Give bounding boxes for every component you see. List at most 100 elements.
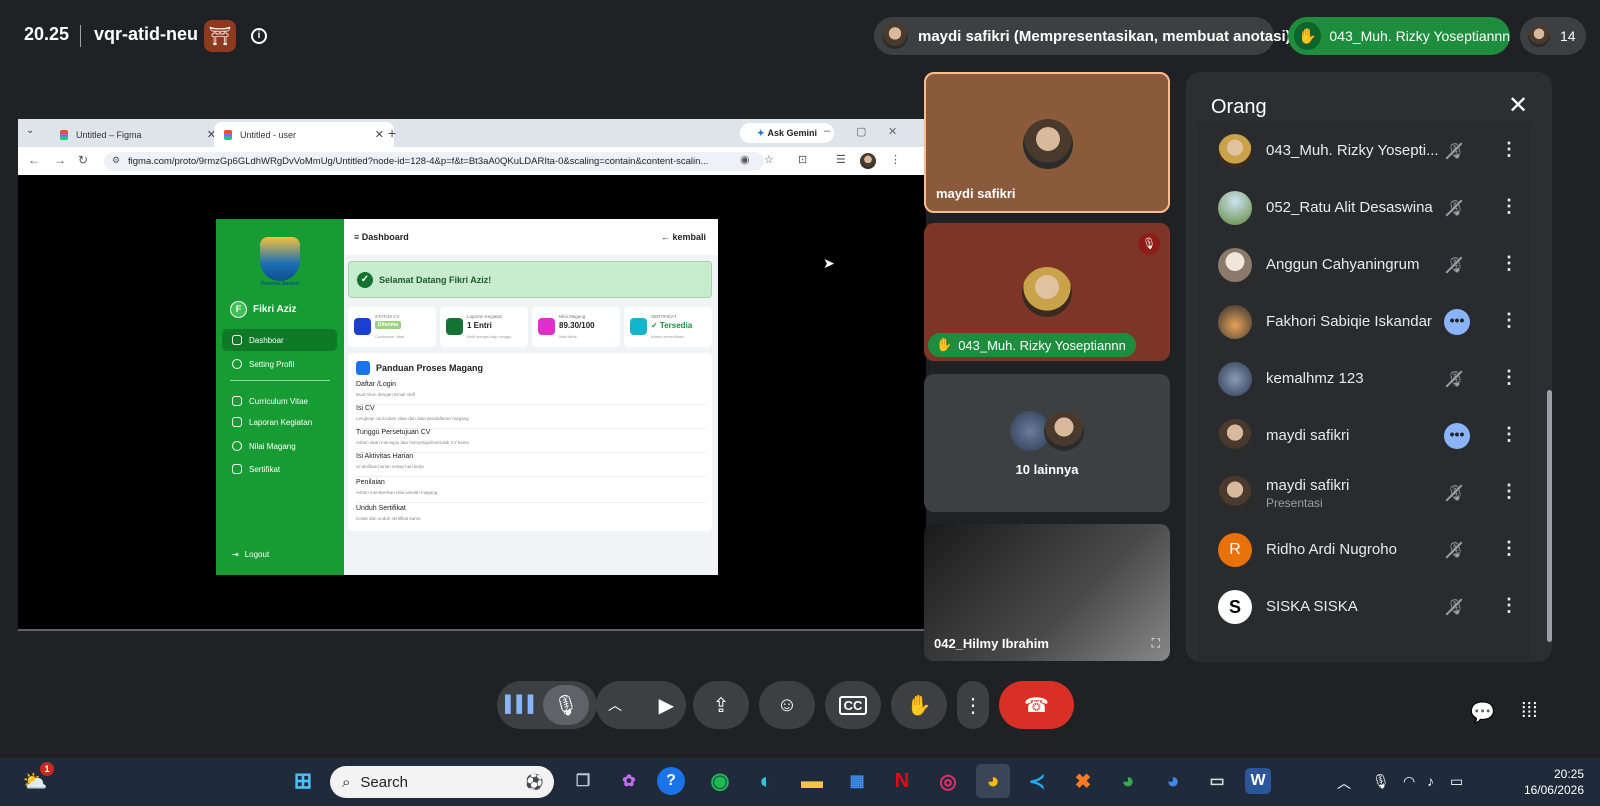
taskbar-search[interactable]: ⌕ Search ⚽ xyxy=(330,766,554,798)
instagram-icon[interactable]: ◎ xyxy=(931,764,965,798)
file-explorer-icon[interactable]: ▬ xyxy=(795,764,829,798)
word-icon[interactable]: W xyxy=(1245,768,1271,794)
video-tile-rizky[interactable]: 🎙 ✋ 043_Muh. Rizky Yoseptiannn xyxy=(924,223,1170,361)
video-tile-others[interactable]: 10 lainnya xyxy=(924,374,1170,512)
presenter-chip[interactable]: maydi safikri (Mempresentasikan, membuat… xyxy=(874,17,1291,55)
more-options-icon[interactable]: ⋮ xyxy=(1500,481,1518,502)
vscode-icon[interactable]: ≺ xyxy=(1020,764,1054,798)
activities-icon[interactable]: ⁞⁞⁞ xyxy=(1521,700,1538,723)
site-settings-icon[interactable]: ⚙ xyxy=(112,155,120,166)
forward-icon[interactable]: → xyxy=(54,153,66,167)
clock-date: 16/06/2026 xyxy=(1523,783,1584,797)
back-link[interactable]: ← kembali xyxy=(661,232,706,242)
more-options-icon[interactable]: ⋮ xyxy=(1500,424,1518,445)
ask-gemini-button[interactable]: ✦ Ask Gemini xyxy=(740,123,834,143)
new-tab-icon[interactable]: + xyxy=(388,125,396,141)
chevron-up-icon[interactable]: ︿ xyxy=(608,695,622,715)
participant-row[interactable]: 043_Muh. Rizky Yosepti... 🎙 ⋮ xyxy=(1218,122,1518,179)
door-icon[interactable]: ⛩ xyxy=(204,20,236,52)
media-icon[interactable]: ☰ xyxy=(836,153,846,166)
more-options-icon[interactable]: ⋮ xyxy=(1500,253,1518,274)
chrome-active-icon[interactable]: ◕ xyxy=(976,764,1010,798)
participant-row[interactable]: Fakhori Sabiqie Iskandar ••• ⋮ xyxy=(1218,293,1518,350)
taskbar-clock[interactable]: 20:25 16/06/2026 xyxy=(1500,766,1584,798)
store-icon[interactable]: ▦ xyxy=(840,764,874,798)
terminal-icon[interactable]: ▭ xyxy=(1200,764,1234,798)
battery-icon[interactable]: ▭ xyxy=(1450,773,1463,790)
windows-start-icon[interactable]: ⊞ xyxy=(286,764,320,798)
menu-icon[interactable]: ≡ xyxy=(354,232,362,242)
chat-icon[interactable]: 💬 xyxy=(1470,700,1495,725)
raised-hand-chip[interactable]: ✋ 043_Muh. Rizky Yoseptiannn xyxy=(1288,17,1510,55)
close-tab-icon[interactable]: ✕ xyxy=(375,128,384,141)
wifi-icon[interactable]: ◠ xyxy=(1403,773,1415,790)
hang-up-icon: ☎ xyxy=(1024,694,1049,717)
raise-hand-button[interactable]: ✋ xyxy=(891,681,947,729)
chrome-profile-2-icon[interactable]: ◕ xyxy=(1156,764,1190,798)
browser-tab-figma[interactable]: Untitled – Figma ✕ xyxy=(50,122,226,147)
more-options-icon[interactable]: ⋮ xyxy=(1500,367,1518,388)
video-tile-maydi[interactable]: maydi safikri xyxy=(924,72,1170,213)
help-icon[interactable]: ? xyxy=(657,767,685,795)
participant-row[interactable]: Anggun Cahyaningrum 🎙 ⋮ xyxy=(1218,236,1518,293)
sidebar-item-laporan-kegiatan[interactable]: Laporan Kegiatan xyxy=(222,411,337,433)
close-panel-icon[interactable]: ✕ xyxy=(1508,91,1528,120)
maximize-icon[interactable]: ▢ xyxy=(856,125,866,138)
reload-icon[interactable]: ↻ xyxy=(78,153,88,167)
close-window-icon[interactable]: ✕ xyxy=(888,125,897,138)
sidebar-item-curriculum-vitae[interactable]: Curriculum Vitae xyxy=(222,390,337,412)
video-tile-hilmy[interactable]: 042_Hilmy Ibrahim ⛶ xyxy=(924,524,1170,661)
logout-button[interactable]: ⇥ Logout xyxy=(222,543,337,565)
more-options-icon[interactable]: ⋮ xyxy=(1500,139,1518,160)
more-options-icon[interactable]: ⋮ xyxy=(1500,310,1518,331)
task-view-icon[interactable]: ❐ xyxy=(566,764,600,798)
camera-icon[interactable]: ▶ xyxy=(659,693,674,718)
participant-row[interactable]: kemalhmz 123 🎙 ⋮ xyxy=(1218,350,1518,407)
weather-icon[interactable]: ⛅ 1 xyxy=(18,762,54,798)
info-icon[interactable]: i xyxy=(251,28,267,44)
participant-row[interactable]: S SISKA SISKA 🎙 ⋮ xyxy=(1218,578,1518,635)
more-options-button[interactable]: ⋮ xyxy=(957,681,989,729)
back-icon[interactable]: ← xyxy=(28,153,40,167)
sidebar-item-dashboard[interactable]: Dashboar xyxy=(222,329,337,351)
more-options-icon[interactable]: ⋮ xyxy=(1500,595,1518,616)
profile-avatar[interactable] xyxy=(860,153,876,169)
more-options-icon[interactable]: ⋮ xyxy=(1500,196,1518,217)
browser-menu-icon[interactable]: ⋮ xyxy=(890,153,901,166)
speaking-indicator-icon: ••• xyxy=(1444,309,1470,335)
sidebar-item-nilai-magang[interactable]: Nilai Magang xyxy=(222,435,337,457)
volume-icon[interactable]: ♪ xyxy=(1427,773,1434,789)
minimize-icon[interactable]: – xyxy=(824,125,830,137)
chrome-profile-icon[interactable]: ◕ xyxy=(1111,764,1145,798)
copilot-icon[interactable]: ✿ xyxy=(612,764,646,798)
page-title: ≡ Dashboard xyxy=(354,232,409,242)
participant-row[interactable]: maydi safikri ••• ⋮ xyxy=(1218,407,1518,464)
people-count-button[interactable]: 14 xyxy=(1520,17,1586,55)
tray-mic-icon[interactable]: 🎙 xyxy=(1372,773,1390,790)
address-bar[interactable]: figma.com/proto/9rmzGp6GLdhWRgDvVoMmUg/U… xyxy=(104,152,764,171)
present-screen-button[interactable]: ⇪ xyxy=(693,681,749,729)
sidebar-item-sertifikat[interactable]: Sertifikat xyxy=(222,458,337,480)
tab-search-icon[interactable]: ⌄ xyxy=(26,125,34,136)
bookmark-star-icon[interactable]: ☆ xyxy=(764,153,774,166)
browser-tab-user[interactable]: Untitled - user ✕ xyxy=(214,122,394,147)
sidebar-item-setting-profil[interactable]: Setting Profil xyxy=(222,353,337,375)
tray-chevron-icon[interactable]: ︿ xyxy=(1337,773,1351,793)
expand-icon[interactable]: ⛶ xyxy=(1152,636,1160,651)
edge-icon[interactable]: ◐ xyxy=(749,764,783,798)
participant-row[interactable]: R Ridho Ardi Nugroho 🎙 ⋮ xyxy=(1218,521,1518,578)
panel-scrollbar[interactable] xyxy=(1547,390,1552,642)
leave-call-button[interactable]: ☎ xyxy=(999,681,1074,729)
lens-icon[interactable]: ◉ xyxy=(740,153,750,166)
participant-row[interactable]: maydi safikri Presentasi 🎙 ⋮ xyxy=(1218,464,1518,521)
spotify-icon[interactable]: ◉ xyxy=(703,764,737,798)
screenshot-icon[interactable]: ⊡ xyxy=(798,153,807,166)
participant-row[interactable]: 052_Ratu Alit Desaswina 🎙 ⋮ xyxy=(1218,179,1518,236)
more-options-icon[interactable]: ⋮ xyxy=(1500,538,1518,559)
reactions-button[interactable]: ☺ xyxy=(759,681,815,729)
netflix-icon[interactable]: N xyxy=(885,764,919,798)
xampp-icon[interactable]: ✖ xyxy=(1066,764,1100,798)
microphone-button[interactable]: 🎙 xyxy=(543,685,589,725)
captions-button[interactable]: CC xyxy=(825,681,881,729)
audio-levels-icon[interactable]: ▌▌▌ xyxy=(505,696,539,714)
